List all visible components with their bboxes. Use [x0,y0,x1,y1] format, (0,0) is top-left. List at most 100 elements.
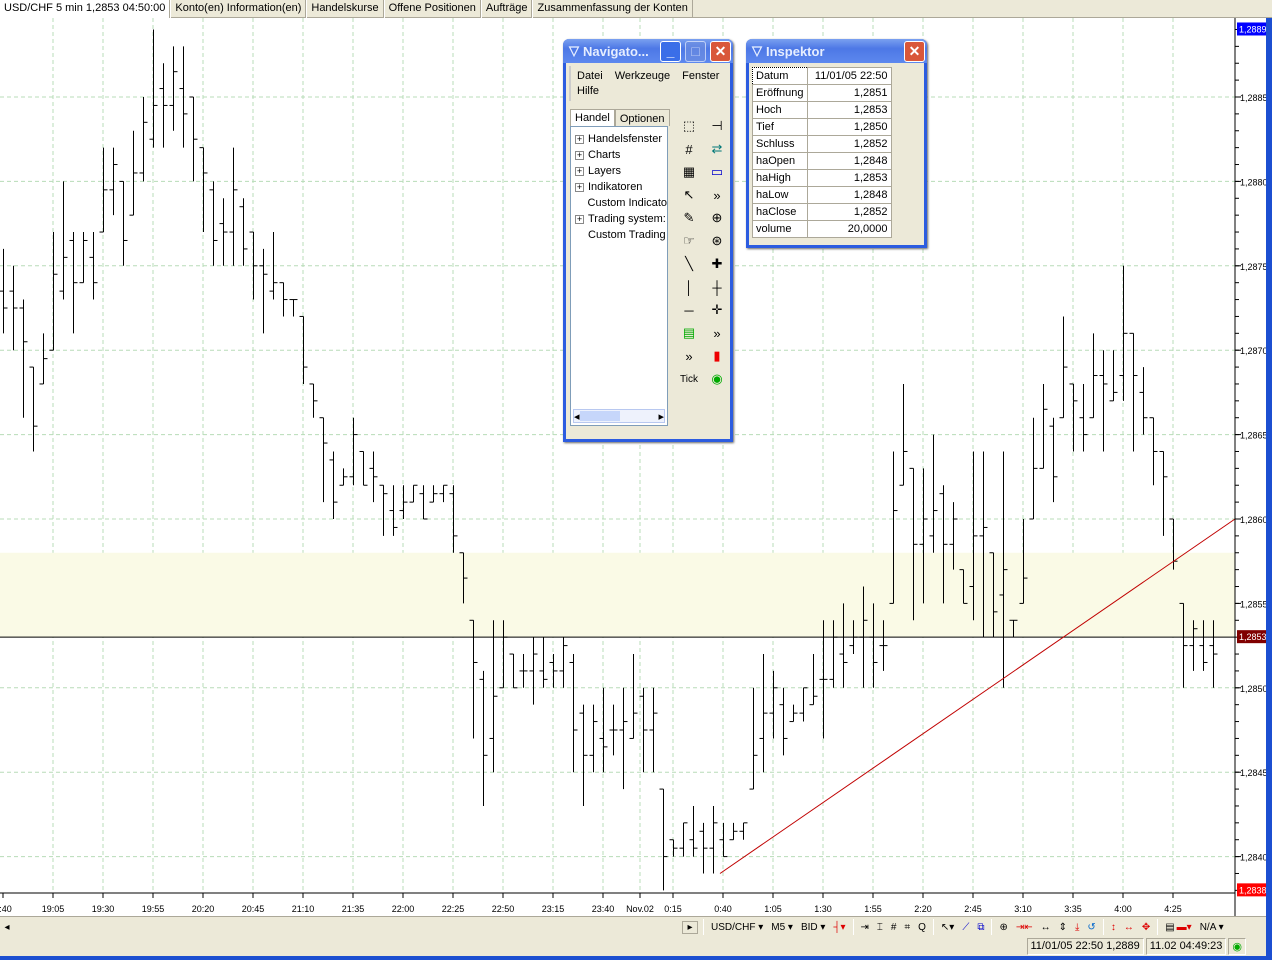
tab-handel[interactable]: Handel [570,109,615,126]
channel-icon[interactable]: ▤ [678,322,700,344]
inspector-value: 1,2850 [806,118,892,136]
bid-dropdown[interactable]: BID ▾ [797,918,829,937]
crosshair-v-icon[interactable]: ✛ [706,299,728,321]
hand-tool-icon[interactable]: ☞ [678,230,700,252]
close-button[interactable]: ✕ [904,40,925,62]
vertical-scale-icon[interactable]: ⇕ [1055,918,1071,937]
grid-icon[interactable]: # [887,918,901,937]
inspector-value: 1,2852 [806,135,892,153]
more-chevron-icon[interactable]: » [706,184,728,206]
reset-zoom-icon[interactable]: ↺ [1083,918,1099,937]
tab-account-info[interactable]: Konto(en) Information(en) [170,0,307,18]
bar-style-icon[interactable]: ┤▾ [829,918,849,937]
vertical-line-icon[interactable]: │ [678,276,700,298]
edit-tool-icon[interactable]: ✎ [678,207,700,229]
price-band [0,552,1235,638]
inspector-key: Hoch [752,101,808,119]
vertical-compress-icon[interactable]: ⤓ [1071,918,1083,937]
connection-icon[interactable]: ◉ [706,368,728,390]
navigator-window: ▽ Navigato... _ □ ✕ Datei Werkzeuge Fens… [563,39,733,442]
grid-tool-icon[interactable]: # [678,138,700,160]
x-tick-label: 22:25 [442,904,465,914]
inspector-value: 1,2848 [806,186,892,204]
expand-icon[interactable]: + [575,134,584,144]
select-tool-icon[interactable]: ⬚ [678,115,700,137]
more-chevron-icon[interactable]: » [706,322,728,344]
navigator-titlebar[interactable]: ▽ Navigato... _ □ ✕ [563,39,733,63]
inspector-key: haHigh [752,169,808,187]
menu-hilfe[interactable]: Hilfe [577,85,599,97]
symbol-dropdown[interactable]: USD/CHF ▾ [707,918,767,937]
menu-fenster[interactable]: Fenster [682,70,719,82]
x-tick-label: Nov.02 [626,904,654,914]
tab-orders[interactable]: Aufträge [480,0,533,18]
expand-icon[interactable]: ↔ [1037,918,1055,937]
window-icon[interactable]: ▭ [706,161,728,183]
tab-chart[interactable]: USD/CHF 5 min 1,2853 04:50:00 [0,0,171,18]
compress-icon[interactable]: ⇥⇤ [1012,918,1037,937]
scroll-right-icon[interactable]: ▸ [682,920,698,934]
expand-icon[interactable]: + [575,214,584,224]
pointer-icon[interactable]: ↖▾ [937,918,958,937]
scale-h-icon[interactable]: ↔ [1120,918,1138,937]
x-tick-label: 2:20 [914,904,932,914]
tree-label: Handelsfenster [588,133,662,145]
tree-item-indikatoren[interactable]: + Indikatoren [571,179,667,195]
tab-open-positions[interactable]: Offene Positionen [383,0,481,18]
more-chevron-icon[interactable]: » [678,345,700,367]
scale-1-1-icon[interactable]: ↕ [1107,918,1120,937]
menu-werkzeuge[interactable]: Werkzeuge [615,70,670,82]
tab-account-summary[interactable]: Zusammenfassung der Konten [532,0,693,18]
tab-rates[interactable]: Handelskurse [306,0,384,18]
tab-optionen[interactable]: Optionen [614,109,670,126]
report-icon[interactable]: ▤ ▬▾ [1161,918,1195,937]
swap-arrows-icon[interactable]: ⇄ [706,138,728,160]
tree-item-custom-trading[interactable]: Custom Trading [571,227,667,243]
tree-item-custom-indicators[interactable]: Custom Indicato [571,195,667,211]
zoom-icon[interactable]: ⊕ [995,918,1011,937]
tree-item-charts[interactable]: + Charts [571,147,667,163]
scale-all-icon[interactable]: ✥ [1138,918,1154,937]
q-button[interactable]: Q [914,918,930,937]
na-dropdown[interactable]: N/A ▾ [1196,918,1228,937]
expand-icon[interactable]: + [575,150,584,160]
y-tick-label: 1,2840 [1240,853,1266,863]
inspector-row: haHigh 1,2853 [752,169,892,187]
expand-icon[interactable]: + [575,182,584,192]
properties-tool-icon[interactable]: ▦ [678,161,700,183]
x-tick-label: 21:35 [342,904,365,914]
tree-item-handelsfenster[interactable]: + Handelsfenster [571,131,667,147]
crosshair-h-icon[interactable]: ✚ [706,253,728,275]
x-tick-label: 22:00 [392,904,415,914]
y-tick-label: 1,2850 [1240,684,1266,694]
x-tick-label: 2:45 [964,904,982,914]
scroll-left-icon[interactable]: ◂ [0,922,14,933]
horizontal-line-icon[interactable]: ─ [678,299,700,321]
zoom-in-icon[interactable]: ⊕ [706,207,728,229]
inspector-row: Schluss 1,2852 [752,135,892,153]
maximize-button[interactable]: □ [685,40,706,62]
autoscale-icon[interactable]: ⌶ [873,918,887,937]
tree-scrollbar[interactable]: ◂ ▸ [573,409,665,423]
crosshair-select-icon[interactable]: ⌗ [900,918,914,937]
tick-label[interactable]: Tick [678,368,700,390]
pin-icon[interactable]: ⊣ [706,115,728,137]
line-tool-icon[interactable]: ⟋ [958,918,973,937]
minimize-button[interactable]: _ [660,40,681,62]
horizontal-scrollbar[interactable]: ◂ ▸ [0,918,700,937]
x-tick-label: 3:35 [1064,904,1082,914]
tree-item-layers[interactable]: + Layers [571,163,667,179]
crosshair-compress-icon[interactable]: ┼ [706,276,728,298]
candle-icon[interactable]: ▮ [706,345,728,367]
inspector-titlebar[interactable]: ▽ Inspektor ✕ [746,39,927,63]
period-dropdown[interactable]: M5 ▾ [767,918,797,937]
zoom-reset-icon[interactable]: ⊛ [706,230,728,252]
arrow-tool-icon[interactable]: ↖ [678,184,700,206]
tree-item-trading-systems[interactable]: + Trading system: [571,211,667,227]
menu-datei[interactable]: Datei [577,70,603,82]
shift-end-icon[interactable]: ⇥ [857,918,873,937]
connect-icon[interactable]: ⧉ [973,918,988,937]
close-button[interactable]: ✕ [710,40,731,62]
diagonal-line-icon[interactable]: ╲ [678,253,700,275]
expand-icon[interactable]: + [575,166,584,176]
